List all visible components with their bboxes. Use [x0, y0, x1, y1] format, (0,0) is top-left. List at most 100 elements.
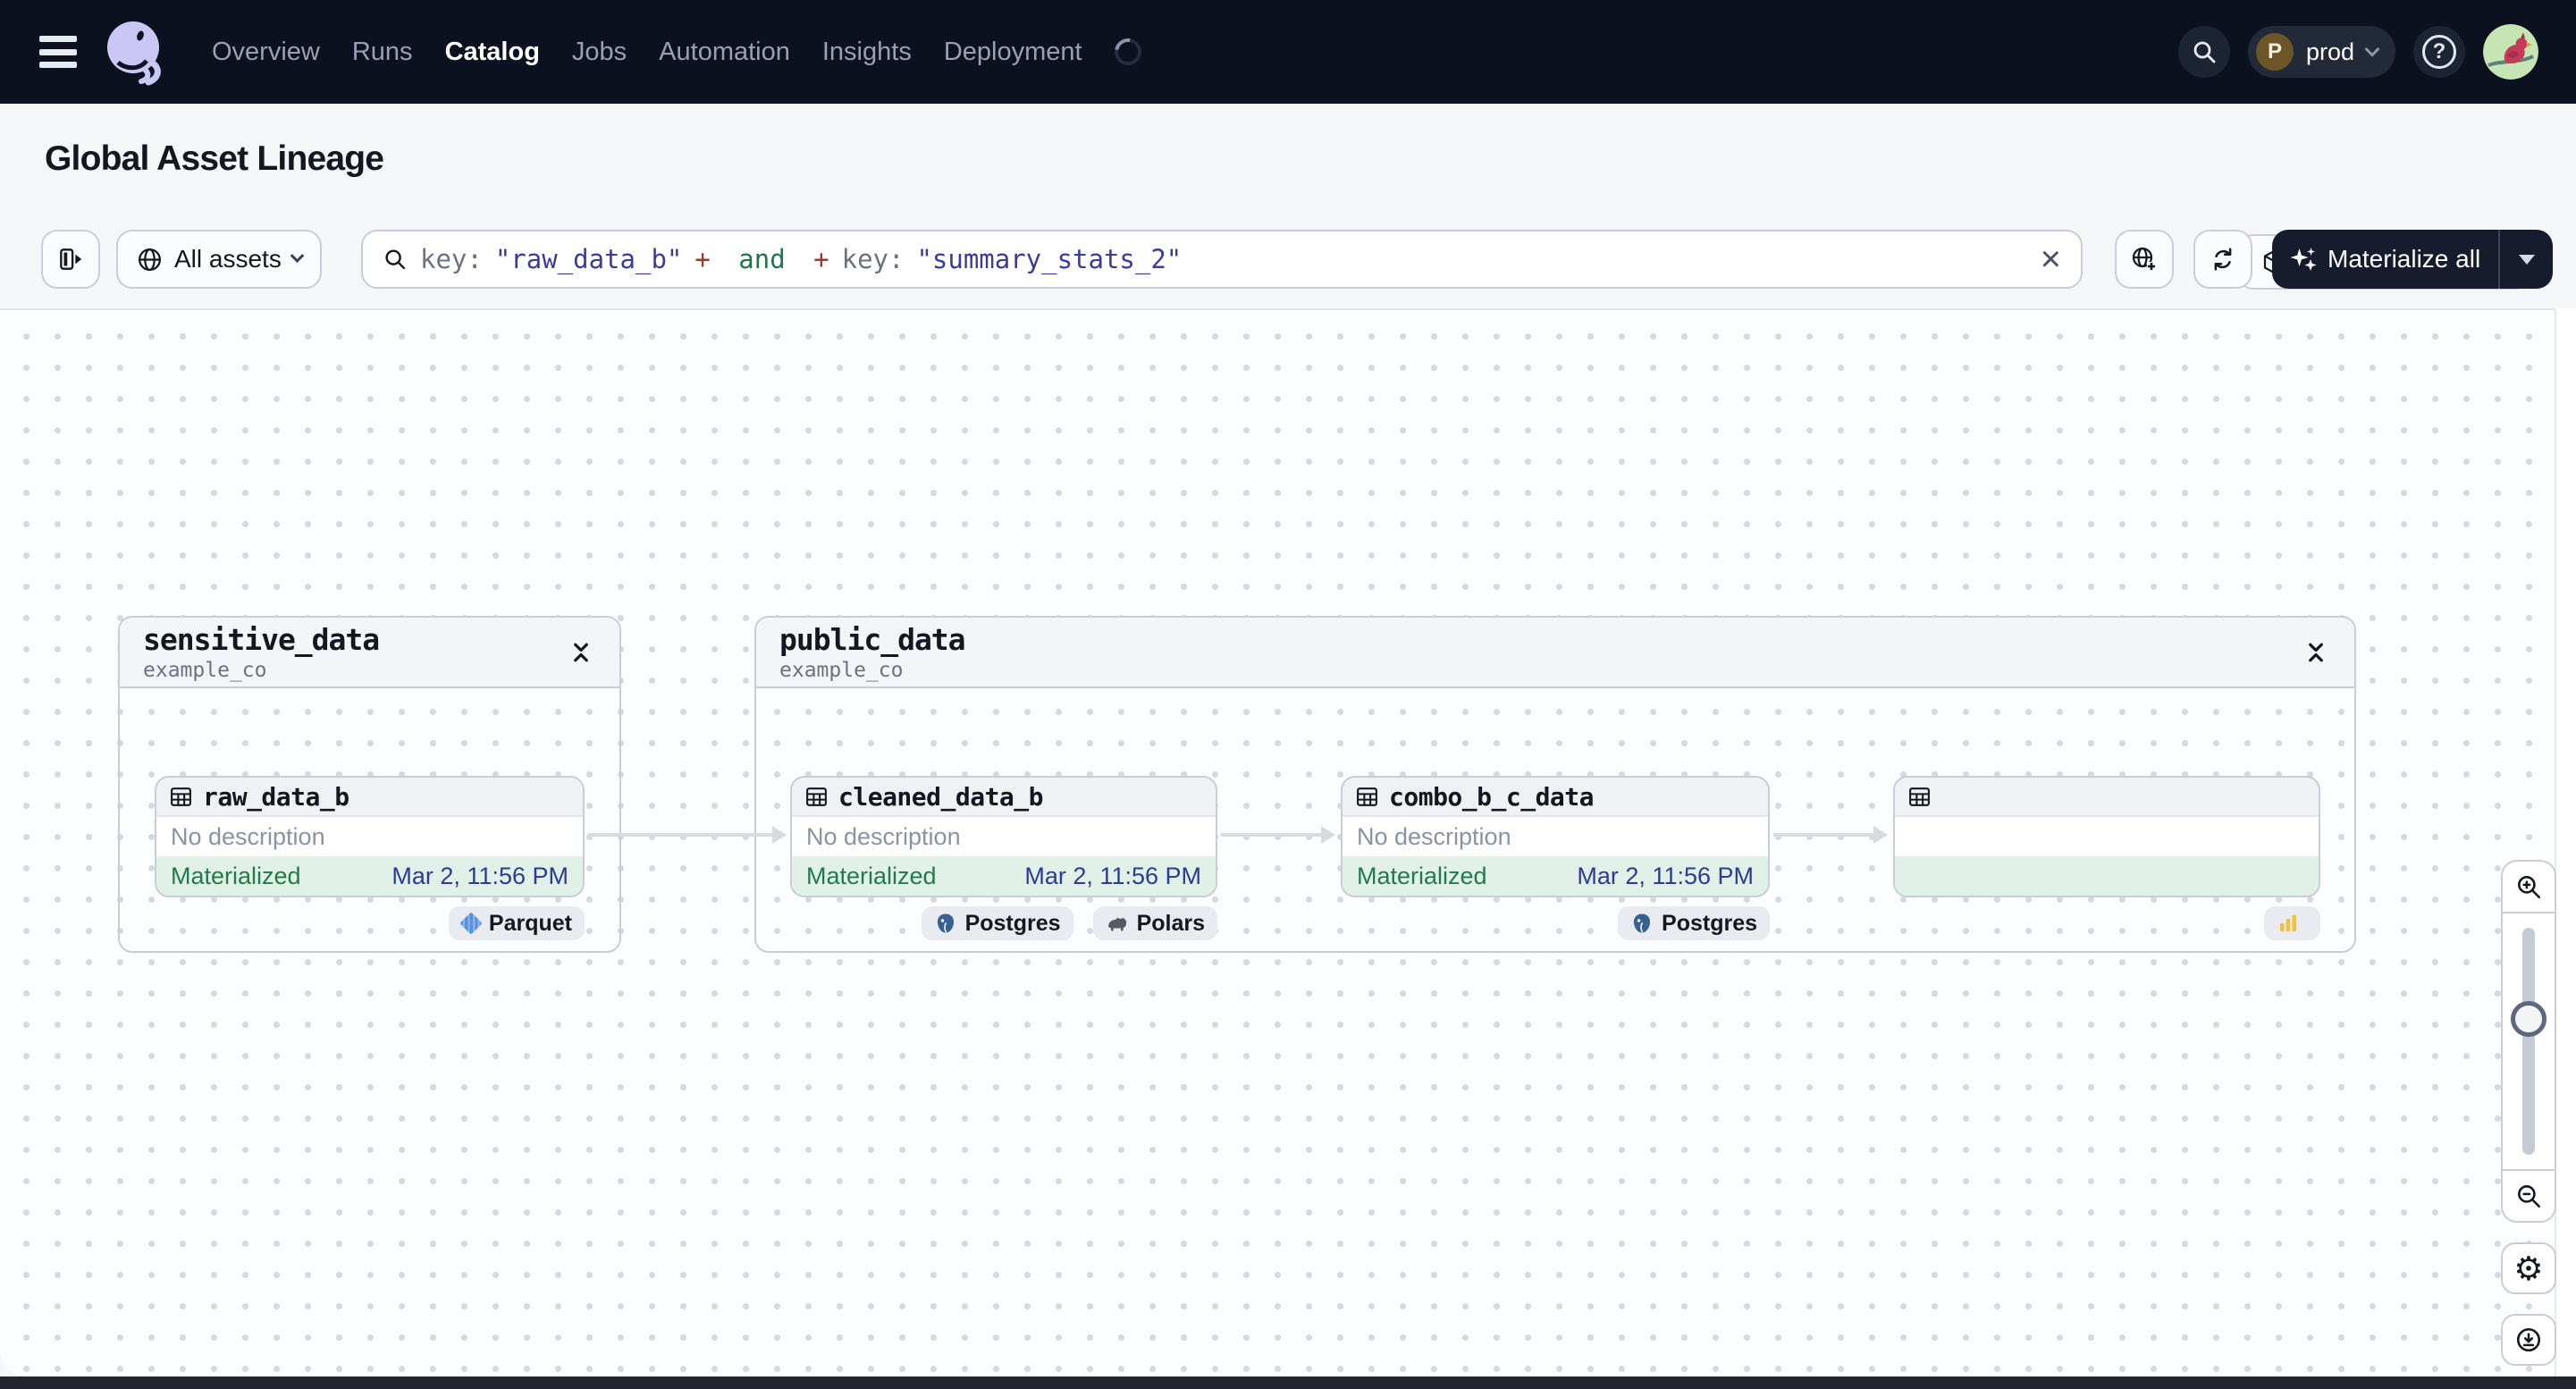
new-scope-button[interactable] [2115, 230, 2174, 289]
status-badge: Materialized [171, 862, 301, 889]
graph-settings-button[interactable]: ⚙ [2501, 1242, 2556, 1294]
asset-description [1895, 817, 2319, 856]
avatar-bird-image [2483, 24, 2538, 80]
asset-scope-dropdown[interactable]: All assets [116, 230, 322, 289]
group-subtitle: example_co [779, 659, 904, 682]
bottom-edge [0, 1376, 2576, 1389]
zoom-slider-thumb[interactable] [2511, 1001, 2547, 1037]
asset-node-cleaned-data-b[interactable]: cleaned_data_b No description Materializ… [790, 776, 1217, 897]
asset-description: No description [171, 822, 325, 850]
asset-node-raw-data-b[interactable]: raw_data_b No description Materialized M… [155, 776, 585, 897]
gear-icon: ⚙ [2513, 1250, 2544, 1287]
nav-item-runs[interactable]: Runs [352, 38, 413, 67]
nav-right: P prod ? [2177, 0, 2538, 104]
asset-description: No description [1357, 822, 1511, 850]
caret-down-icon [2518, 254, 2535, 265]
asset-node-combo-b-c-data[interactable]: combo_b_c_data No description Materializ… [1341, 776, 1770, 897]
collapse-icon [2309, 643, 2323, 661]
nav-item-jobs[interactable]: Jobs [572, 38, 627, 67]
powerbi-icon [2280, 914, 2296, 931]
deployment-switcher[interactable]: P prod [2247, 26, 2395, 78]
loading-spinner [1108, 33, 1147, 71]
lineage-edge [1773, 826, 1888, 844]
kind-tag-parquet: Parquet [448, 906, 585, 940]
search-icon [2193, 41, 2216, 63]
materialize-all-label: Materialize all [2328, 245, 2481, 273]
table-icon [1357, 787, 1377, 806]
materialize-all-button[interactable]: Materialize all [2272, 230, 2498, 289]
tag-row [1893, 906, 2320, 940]
help-button[interactable]: ? [2413, 26, 2465, 78]
hamburger-menu-icon[interactable] [39, 36, 77, 68]
refresh-icon [2214, 248, 2232, 271]
asset-scope-label: All assets [174, 245, 282, 273]
user-avatar[interactable] [2483, 24, 2538, 80]
kind-tag-powerbi [2264, 906, 2320, 940]
lineage-edge [588, 826, 787, 844]
clear-search-icon[interactable]: × [2041, 241, 2061, 277]
query-segment: "raw_data_b" [494, 244, 683, 274]
open-sidebar-button[interactable] [41, 230, 100, 289]
asset-search-input[interactable]: key: "raw_data_b" + and + key: "summary_stat… [361, 230, 2083, 289]
panel-toggle-icon [60, 248, 82, 270]
parquet-icon [459, 912, 483, 935]
zoom-out-icon [2518, 1185, 2541, 1208]
collapse-group-button[interactable] [566, 637, 596, 668]
query-segment: key: [420, 244, 483, 274]
sparkles-icon [2290, 248, 2317, 271]
right-panel-strip [2555, 308, 2576, 1376]
search-button[interactable] [2177, 26, 2230, 78]
tag-row: Postgres Polars [790, 906, 1217, 940]
query-segment: + [813, 244, 829, 274]
kind-tag-postgres: Postgres [1618, 906, 1770, 940]
zoom-in-icon [2518, 876, 2541, 899]
asset-name: cleaned_data_b [838, 781, 1044, 812]
zoom-controls [2501, 860, 2556, 1223]
help-icon: ? [2422, 35, 2456, 69]
dagster-logo[interactable] [100, 16, 172, 88]
asset-name: combo_b_c_data [1389, 781, 1595, 812]
top-nav: Overview Runs Catalog Jobs Automation In… [0, 0, 2576, 104]
nav-item-automation[interactable]: Automation [659, 38, 790, 67]
kind-tag-polars: Polars [1092, 906, 1217, 940]
collapse-group-button[interactable] [2301, 637, 2331, 668]
chevron-down-icon [2364, 41, 2380, 57]
postgres-icon [937, 913, 954, 933]
query-segment: "summary_stats_2" [916, 244, 1183, 274]
polars-icon [1107, 917, 1126, 931]
table-icon [806, 787, 827, 806]
nav-item-deployment[interactable]: Deployment [944, 38, 1082, 67]
tag-row: Parquet [155, 906, 585, 940]
collapse-icon [574, 643, 588, 661]
zoom-slider [2503, 913, 2555, 1169]
globe-plus-icon [2132, 247, 2156, 271]
nav-items: Overview Runs Catalog Jobs Automation In… [212, 0, 1147, 104]
asset-node-summary-stats-2[interactable] [1893, 776, 2320, 897]
query-segment: and [722, 244, 802, 274]
query-segment: + [695, 244, 711, 274]
materialize-options-button[interactable] [2500, 230, 2553, 289]
zoom-out-button[interactable] [2503, 1169, 2555, 1221]
refresh-button[interactable] [2193, 230, 2252, 289]
postgres-icon [1633, 913, 1651, 933]
query-segment: key: [841, 244, 905, 274]
zoom-in-button[interactable] [2503, 862, 2555, 913]
group-subtitle: example_co [143, 659, 267, 682]
kind-tag-postgres: Postgres [921, 906, 1073, 940]
chevron-down-icon [290, 248, 305, 263]
zoom-slider-track[interactable] [2522, 928, 2535, 1155]
page-title: Global Asset Lineage [45, 139, 384, 178]
nav-item-catalog[interactable]: Catalog [445, 38, 540, 67]
lineage-edge [1221, 826, 1335, 844]
download-button[interactable] [2501, 1314, 2556, 1366]
group-name: sensitive_data [143, 622, 380, 657]
nav-item-overview[interactable]: Overview [212, 38, 320, 67]
group-header: sensitive_data example_co [120, 618, 619, 688]
download-icon [2516, 1327, 2541, 1352]
globe-icon [138, 248, 162, 271]
group-header: public_data example_co [756, 618, 2354, 688]
nav-item-insights[interactable]: Insights [822, 38, 912, 67]
asset-description: No description [806, 822, 961, 850]
status-badge: Materialized [806, 862, 937, 889]
group-name: public_data [779, 622, 966, 657]
